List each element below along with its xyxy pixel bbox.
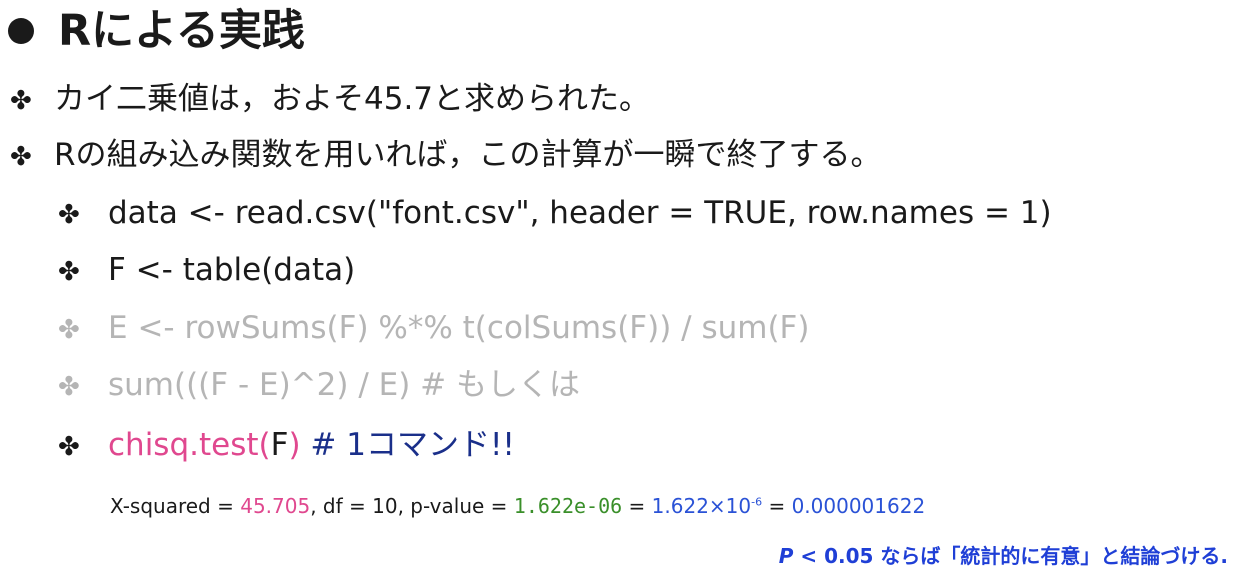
code-text: sum(((F - E)^2) / E) # もしくは	[108, 367, 580, 403]
slide-title-text: Rによる実践	[58, 6, 305, 56]
bullet-icon: ✤	[10, 142, 32, 172]
df-text: , df = 10, p-value =	[310, 494, 514, 518]
chisq-comment: # 1コマンド!!	[300, 427, 515, 463]
equals-1: =	[622, 494, 652, 518]
bullet-icon: ✤	[58, 315, 80, 345]
note-text: < 0.05 ならば「統計的に有意」と結論づける.	[793, 544, 1228, 568]
p-value: 1.622e-06	[513, 494, 623, 518]
bullet-icon: ✤	[58, 257, 80, 287]
chisq-func: chisq.test(	[108, 427, 271, 463]
code-line: ✤ data <- read.csv("font.csv", header = T…	[58, 198, 1052, 229]
code-line-dimmed: ✤ sum(((F - E)^2) / E) # もしくは	[58, 370, 580, 401]
bullet-icon: ✤	[58, 372, 80, 402]
bullet-item: ✤ Rの組み込み関数を用いれば，この計算が一瞬で終了する。	[10, 140, 882, 171]
p-symbol: P	[778, 544, 794, 568]
equals-2: =	[762, 494, 792, 518]
code-text: data <- read.csv("font.csv", header = TR…	[108, 195, 1052, 231]
title-bullet-dot	[8, 17, 34, 44]
code-text: E <- rowSums(F) %*% t(colSums(F)) / sum(…	[108, 310, 810, 346]
sci-base: 1.622×10	[651, 494, 752, 518]
code-text: F <- table(data)	[108, 252, 356, 288]
bullet-icon: ✤	[10, 86, 32, 116]
chisq-arg: F	[270, 427, 289, 463]
slide-title: Rによる実践	[8, 10, 305, 53]
bullet-icon: ✤	[58, 432, 80, 462]
xsq-value: 45.705	[240, 494, 311, 518]
bullet-item: ✤ カイ二乗値は，およそ45.7と求められた。	[10, 84, 650, 115]
chisq-close: )	[288, 427, 301, 463]
code-line-dimmed: ✤ E <- rowSums(F) %*% t(colSums(F)) / sum…	[58, 313, 809, 344]
bullet-icon: ✤	[58, 200, 80, 230]
p-value-sci: 1.622×10-6	[652, 494, 762, 518]
bullet-text: カイ二乗値は，およそ45.7と求められた。	[54, 81, 651, 117]
p-value-decimal: 0.000001622	[791, 494, 926, 518]
code-line: ✤ F <- table(data)	[58, 255, 355, 286]
test-result-line: X-squared = 45.705, df = 10, p-value = 1…	[110, 496, 925, 516]
xsq-label: X-squared =	[110, 494, 241, 518]
code-line-highlight: ✤ chisq.test(F) # 1コマンド!!	[58, 430, 515, 461]
bullet-text: Rの組み込み関数を用いれば，この計算が一瞬で終了する。	[54, 137, 882, 173]
sci-exponent: -6	[751, 495, 763, 509]
significance-note: P < 0.05 ならば「統計的に有意」と結論づける.	[779, 546, 1228, 566]
